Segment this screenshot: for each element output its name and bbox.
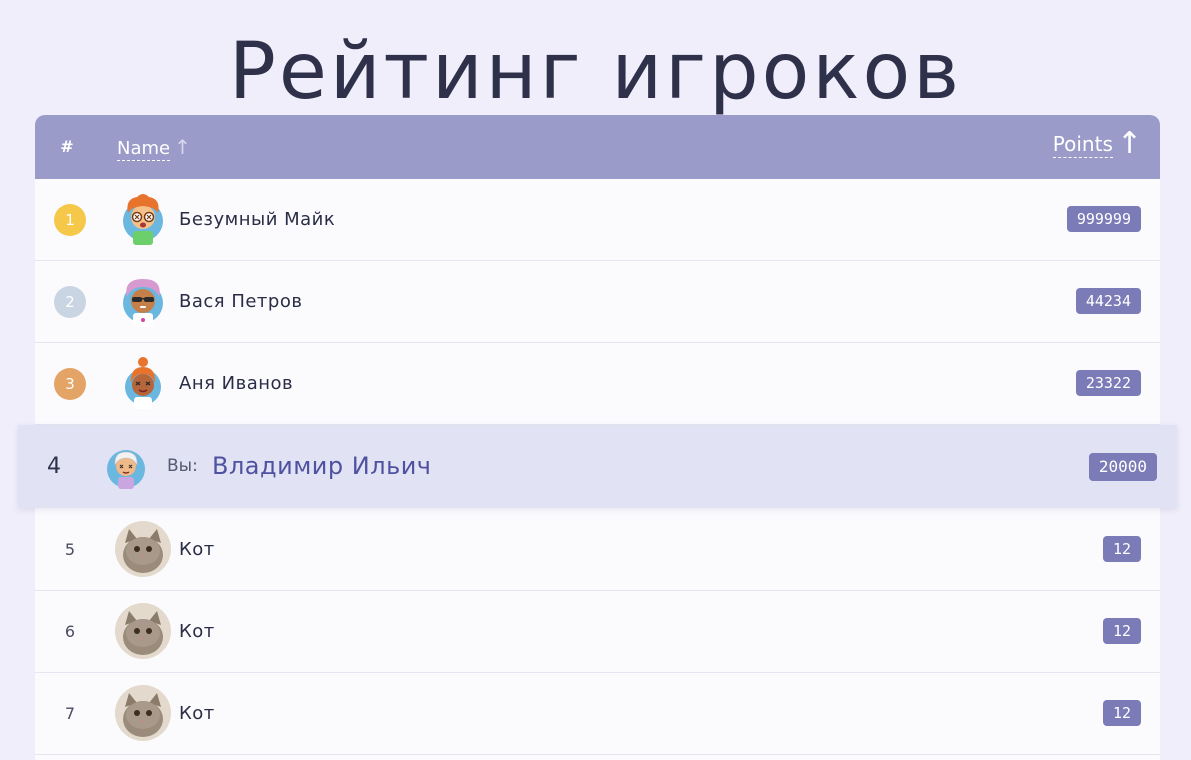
you-label: Вы: <box>167 456 198 476</box>
points-badge: 12 <box>1102 536 1141 562</box>
sort-by-points-button[interactable]: Points ↑ <box>1052 129 1142 159</box>
points-badge: 23322 <box>1075 370 1141 396</box>
page-title: Рейтинг игроков <box>228 27 963 117</box>
points-badge: 44234 <box>1075 288 1141 314</box>
table-row: 6 Кот 12 <box>35 591 1160 673</box>
player-name: Вася Петров <box>179 291 303 312</box>
sort-by-name-button[interactable]: Name ↑ <box>117 135 191 161</box>
sort-arrow-up-icon: ↑ <box>1116 126 1142 161</box>
table-row: 7 Кот 12 <box>35 673 1160 755</box>
player-name: Кот <box>179 703 215 724</box>
points-badge: 12 <box>1102 618 1141 644</box>
player-name: Безумный Майк <box>179 209 336 230</box>
avatar <box>115 603 171 659</box>
cat-avatar-icon <box>115 521 171 577</box>
table-row: 1 Безумный Майк 999999 <box>35 179 1160 261</box>
cat-avatar-icon <box>115 685 171 741</box>
points-badge: 12 <box>1102 700 1141 726</box>
sort-arrow-up-icon: ↑ <box>174 135 191 159</box>
table-row: 2 Вася Петров 44234 <box>35 261 1160 343</box>
cat-avatar-icon <box>115 603 171 659</box>
rank-number: 4 <box>47 454 61 479</box>
avatar <box>115 273 171 329</box>
orange-hair-glasses-avatar-icon <box>123 194 163 245</box>
avatar <box>115 191 171 247</box>
bronze-medal-badge: 3 <box>54 367 86 400</box>
table-header: # Name ↑ Points ↑ <box>35 115 1160 179</box>
points-badge: 999999 <box>1066 206 1141 232</box>
avatar <box>105 447 147 489</box>
table-row: 3 Аня Иванов 23322 <box>35 343 1160 425</box>
name-column-label: Name <box>117 138 171 161</box>
silver-medal-badge: 2 <box>54 285 86 318</box>
rank-column-header: # <box>60 137 74 156</box>
purple-hair-sunglasses-avatar-icon <box>123 279 163 327</box>
orange-bun-avatar-icon <box>125 357 161 409</box>
points-column-label: Points <box>1052 132 1113 158</box>
white-hair-avatar-icon <box>107 450 145 489</box>
rank-number: 7 <box>64 704 76 723</box>
rank-number: 5 <box>64 540 76 559</box>
player-name: Кот <box>179 621 215 642</box>
points-badge: 20000 <box>1088 453 1157 481</box>
current-player-row: 4 Вы: Владимир Ильич 20000 <box>18 425 1177 508</box>
avatar <box>115 355 171 411</box>
table-row: 5 Кот 12 <box>35 509 1160 591</box>
player-name: Кот <box>179 539 215 560</box>
leaderboard-page: Рейтинг игроков # Name ↑ Points ↑ 1 Безу… <box>0 0 1191 760</box>
current-player-name: Владимир Ильич <box>212 452 432 480</box>
avatar <box>115 685 171 741</box>
avatar <box>115 521 171 577</box>
player-name: Аня Иванов <box>179 373 294 394</box>
gold-medal-badge: 1 <box>54 203 86 236</box>
rank-number: 6 <box>64 622 76 641</box>
